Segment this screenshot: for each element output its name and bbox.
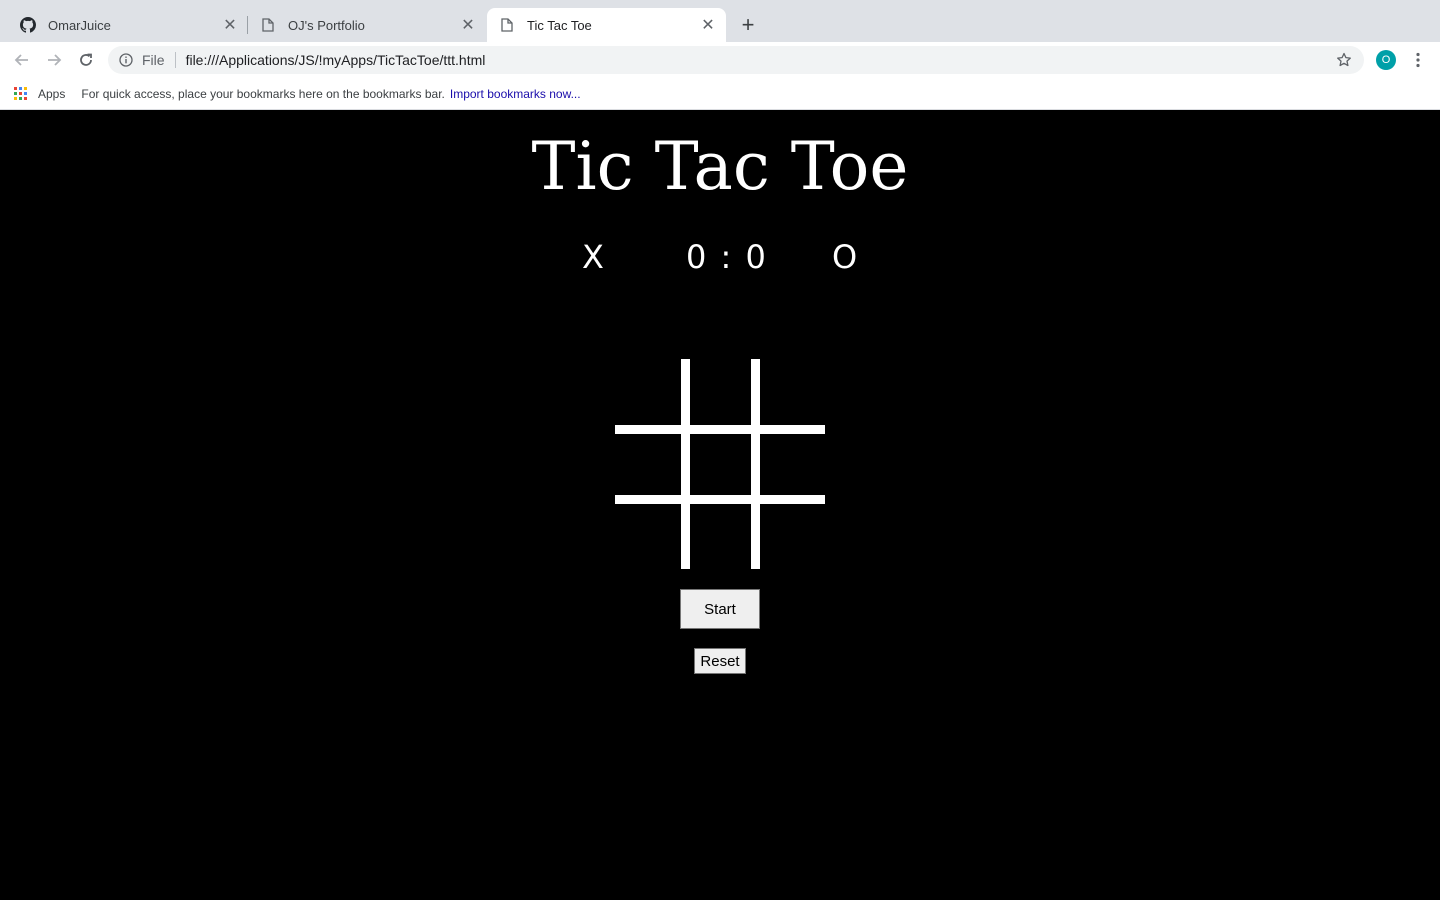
player-o-label: O [832,238,858,276]
back-arrow-icon[interactable] [10,48,34,72]
document-icon [499,17,515,33]
tab-title: OJ's Portfolio [288,17,365,33]
url-scheme-label: File [142,52,165,68]
board-cell[interactable] [615,429,685,499]
bookmarks-bar: Apps For quick access, place your bookma… [0,78,1440,110]
profile-avatar[interactable]: O [1376,50,1396,70]
info-icon[interactable] [118,52,134,68]
board-cell[interactable] [685,429,755,499]
tab-strip: OmarJuice ✕ OJ's Portfolio ✕ Tic Tac Toe… [0,0,1440,42]
tab-title: Tic Tac Toe [527,17,592,33]
board-cell[interactable] [685,499,755,569]
board-grid-line [615,495,825,504]
board-cell[interactable] [755,499,825,569]
tab-title: OmarJuice [48,17,111,33]
board-cell[interactable] [755,429,825,499]
board-grid-line [751,359,760,569]
board-cell[interactable] [615,499,685,569]
player-x-label: X [582,238,604,276]
board-cell[interactable] [755,359,825,429]
board-cell[interactable] [615,359,685,429]
apps-shortcut[interactable]: Apps [14,86,66,101]
close-icon[interactable]: ✕ [458,15,478,35]
github-icon [20,17,36,33]
apps-grid-icon [14,86,28,101]
reset-button[interactable]: Reset [694,648,746,674]
board-grid-line [681,359,690,569]
reload-icon[interactable] [74,48,98,72]
game-page: Tic Tac Toe X 0 : 0 O Start Reset [0,110,1440,900]
score-display: 0 : 0 [686,238,768,276]
apps-label: Apps [38,86,66,101]
page-title: Tic Tac Toe [531,128,909,205]
forward-arrow-icon[interactable] [42,48,66,72]
start-button[interactable]: Start [680,589,760,629]
close-icon[interactable]: ✕ [220,15,240,35]
close-icon[interactable]: ✕ [698,15,718,35]
game-board [615,359,825,569]
more-menu-icon[interactable] [1408,48,1428,72]
tab-omarjuice[interactable]: OmarJuice ✕ [8,8,248,42]
new-tab-plus-icon[interactable]: + [736,12,760,37]
tab-oj-portfolio[interactable]: OJ's Portfolio ✕ [248,8,486,42]
url-text[interactable]: file:///Applications/JS/!myApps/TicTacTo… [186,52,1334,68]
board-grid-line [615,425,825,434]
address-bar[interactable]: File file:///Applications/JS/!myApps/Tic… [108,46,1364,74]
document-icon [260,17,276,33]
browser-toolbar: File file:///Applications/JS/!myApps/Tic… [0,42,1440,78]
board-cell[interactable] [685,359,755,429]
omnibox-divider [174,52,176,68]
import-bookmarks-link[interactable]: Import bookmarks now... [450,87,581,101]
bookmarks-hint: For quick access, place your bookmarks h… [81,86,445,101]
bookmark-star-icon[interactable] [1334,50,1354,70]
tab-tic-tac-toe[interactable]: Tic Tac Toe ✕ [487,8,726,42]
